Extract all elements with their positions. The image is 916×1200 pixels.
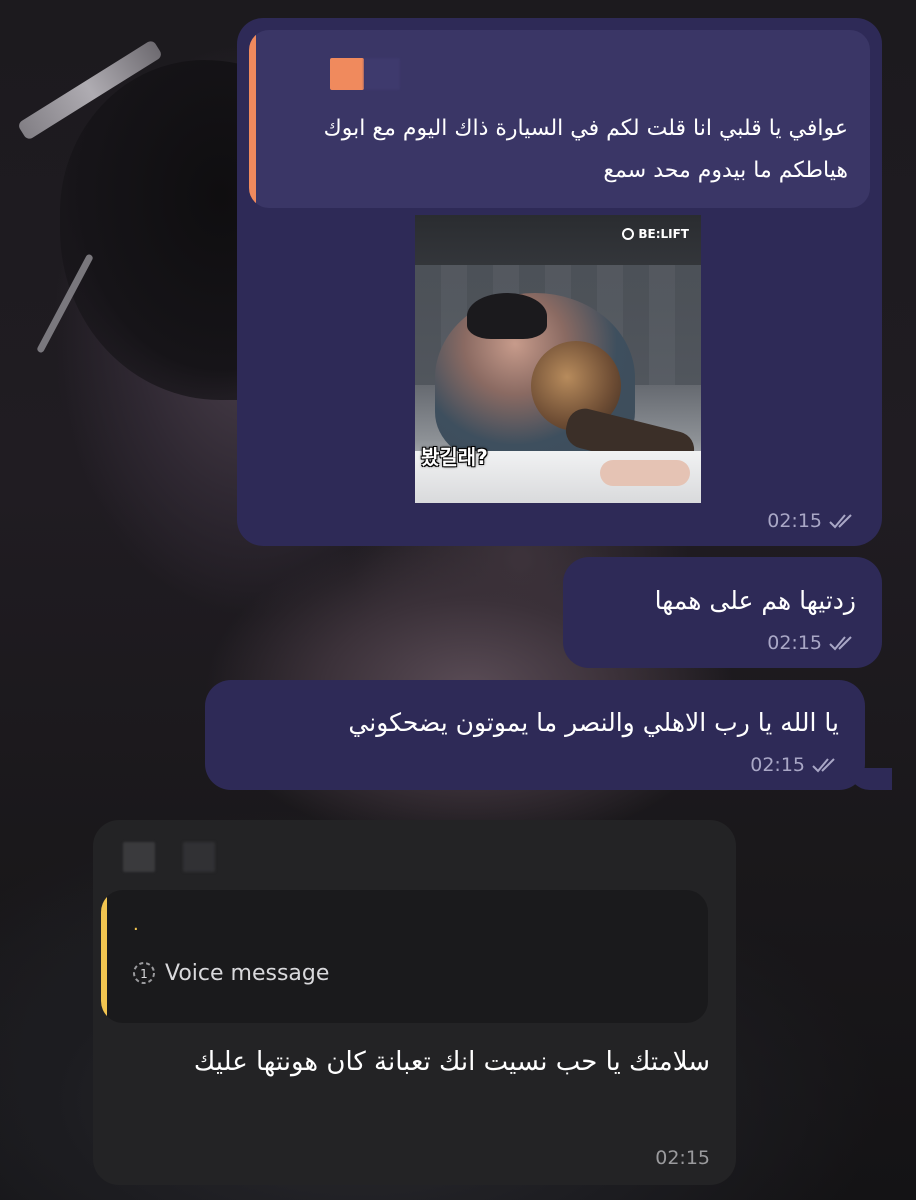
media-logo-text: BE:LIFT [638, 227, 689, 241]
message-meta: 02:15 [655, 1147, 710, 1169]
message-time: 02:15 [750, 754, 805, 776]
message-text: سلامتك يا حب نسيت انك تعبانة كان هونتها … [193, 1047, 710, 1077]
media-caption: 봤길래? [421, 445, 488, 469]
reply-text: عوافي يا قلبي انا قلت لكم في السيارة ذاك… [323, 116, 848, 183]
reply-sender-avatar [330, 58, 364, 90]
quote-content: 1 Voice message [131, 960, 329, 986]
double-check-icon [829, 636, 852, 651]
message-bubble-outgoing[interactable]: يا الله يا رب الاهلي والنصر ما يموتون يض… [205, 680, 865, 790]
message-time: 02:15 [655, 1147, 710, 1169]
message-meta: 02:15 [767, 632, 856, 654]
message-bubble-incoming[interactable]: ٠ 1 Voice message سلامتك يا حب نسيت انك … [93, 820, 736, 1185]
message-meta: 02:15 [750, 754, 839, 776]
double-check-icon [829, 514, 852, 529]
media-person-hair [467, 293, 547, 339]
sender-name-blur [183, 842, 215, 872]
reply-accent-bar [249, 30, 256, 208]
logo-mark-icon [622, 228, 635, 240]
media-hand [600, 460, 690, 486]
message-meta: 02:15 [767, 510, 856, 532]
reply-preview[interactable]: عوافي يا قلبي انا قلت لكم في السيارة ذاك… [249, 30, 870, 208]
quote-label: Voice message [165, 960, 330, 986]
message-text: زدتيها هم على همها [654, 586, 856, 615]
message-text: يا الله يا رب الاهلي والنصر ما يموتون يض… [348, 708, 839, 737]
reply-sender-avatar-blur [364, 58, 400, 90]
quote-sender-name: ٠ [131, 918, 141, 939]
message-bubble-outgoing[interactable]: زدتيها هم على همها 02:15 [563, 557, 882, 668]
message-time: 02:15 [767, 510, 822, 532]
quote-accent-bar [101, 890, 107, 1023]
sender-avatar [123, 842, 155, 872]
svg-text:1: 1 [140, 967, 148, 981]
quoted-voice-message[interactable]: ٠ 1 Voice message [101, 890, 708, 1023]
message-time: 02:15 [767, 632, 822, 654]
sticker-media[interactable]: BE:LIFT 봤길래? [415, 215, 701, 503]
media-logo: BE:LIFT [622, 227, 689, 241]
message-bubble-outgoing[interactable]: عوافي يا قلبي انا قلت لكم في السيارة ذاك… [237, 18, 882, 546]
voice-timer-icon: 1 [133, 962, 155, 984]
double-check-icon [812, 758, 835, 773]
